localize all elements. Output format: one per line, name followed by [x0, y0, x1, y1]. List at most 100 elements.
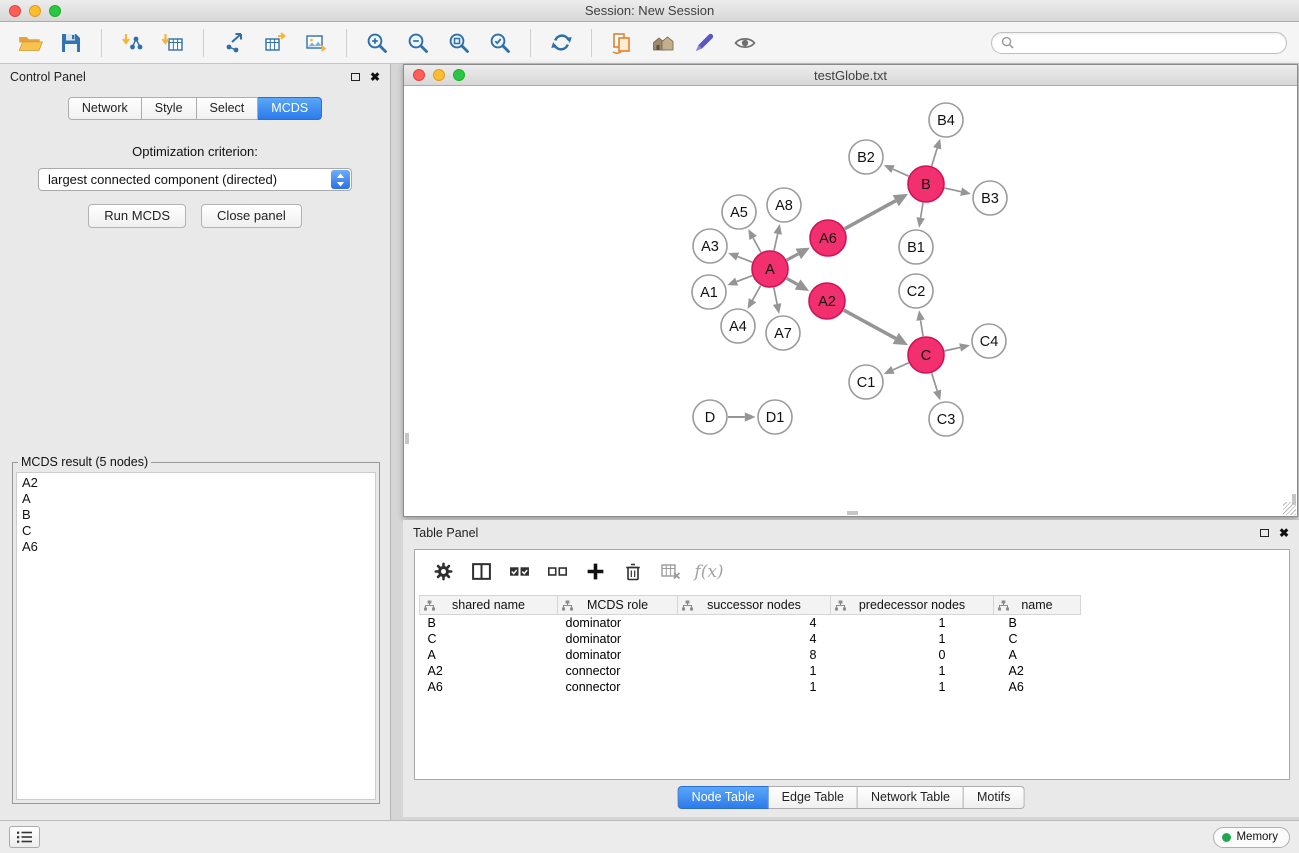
table-cell[interactable]: 1 [678, 663, 831, 679]
network-node-A2[interactable]: A2 [809, 283, 845, 319]
network-node-A3[interactable]: A3 [693, 229, 727, 263]
table-settings-button[interactable] [428, 557, 458, 587]
mcds-result-item[interactable]: C [22, 523, 370, 539]
network-edge-A-A8[interactable] [774, 224, 782, 250]
table-cell[interactable]: C [994, 631, 1081, 647]
network-node-A7[interactable]: A7 [766, 316, 800, 350]
zoom-network-window-button[interactable] [453, 69, 465, 81]
table-cell[interactable]: A2 [420, 663, 558, 679]
network-edge-A-A7[interactable] [773, 288, 781, 314]
horizontal-scroll-thumb[interactable] [847, 511, 858, 515]
table-tab-node-table[interactable]: Node Table [678, 786, 769, 809]
network-node-A5[interactable]: A5 [722, 195, 756, 229]
import-table-button[interactable] [155, 26, 191, 60]
import-network-button[interactable] [114, 26, 150, 60]
delete-button[interactable] [618, 557, 648, 587]
refresh-button[interactable] [543, 26, 579, 60]
network-edge-A-A4[interactable] [748, 286, 761, 309]
run-mcds-button[interactable]: Run MCDS [88, 204, 186, 228]
column-header-predecessor-nodes[interactable]: predecessor nodes [831, 596, 994, 615]
add-button[interactable] [580, 557, 610, 587]
eye-button[interactable] [727, 26, 763, 60]
network-edge-A2-C[interactable] [844, 310, 908, 345]
network-node-B2[interactable]: B2 [849, 140, 883, 174]
close-table-panel-icon[interactable]: ✖ [1279, 527, 1289, 539]
network-node-C[interactable]: C [908, 337, 944, 373]
save-session-button[interactable] [53, 26, 89, 60]
search-input[interactable] [1019, 36, 1277, 50]
network-edge-A6-B[interactable] [845, 194, 908, 229]
network-edge-C-C4[interactable] [945, 343, 970, 351]
network-node-C2[interactable]: C2 [899, 274, 933, 308]
table-cell[interactable]: A [994, 647, 1081, 663]
export-image-button[interactable] [298, 26, 334, 60]
network-node-A6[interactable]: A6 [810, 220, 846, 256]
table-row[interactable]: Cdominator41C [420, 631, 1286, 647]
mcds-result-item[interactable]: A6 [22, 539, 370, 555]
table-cell[interactable]: connector [558, 679, 678, 695]
network-node-B[interactable]: B [908, 166, 944, 202]
table-cell[interactable]: 1 [831, 663, 994, 679]
network-edge-B-B4[interactable] [932, 139, 942, 166]
network-edge-D-D1[interactable] [728, 412, 756, 421]
network-node-A8[interactable]: A8 [767, 188, 801, 222]
select-all-button[interactable] [504, 557, 534, 587]
deselect-all-button[interactable] [542, 557, 572, 587]
column-header-MCDS-role[interactable]: MCDS role [558, 596, 678, 615]
close-network-window-button[interactable] [413, 69, 425, 81]
zoom-fit-button[interactable] [441, 26, 477, 60]
mcds-result-item[interactable]: A2 [22, 475, 370, 491]
column-header-shared-name[interactable]: shared name [420, 596, 558, 615]
network-node-B3[interactable]: B3 [973, 181, 1007, 215]
export-table-button[interactable] [257, 26, 293, 60]
table-row[interactable]: Adominator80A [420, 647, 1286, 663]
zoom-selected-button[interactable] [482, 26, 518, 60]
network-svg[interactable]: B4B2BB3A5A8A6A3B1AA1C2A2A4A7CC4C1C3DD1 [404, 86, 1297, 516]
network-edge-A-A1[interactable] [727, 276, 752, 286]
table-cell[interactable]: A [420, 647, 558, 663]
table-cell[interactable]: 0 [831, 647, 994, 663]
zoom-window-button[interactable] [49, 5, 61, 17]
table-cell[interactable]: 8 [678, 647, 831, 663]
network-edge-C-C3[interactable] [932, 373, 942, 400]
network-node-D1[interactable]: D1 [758, 400, 792, 434]
search-box[interactable] [991, 32, 1287, 54]
table-cell[interactable]: dominator [558, 631, 678, 647]
table-tab-motifs[interactable]: Motifs [964, 786, 1024, 809]
network-edge-A-A3[interactable] [728, 253, 752, 263]
table-cell[interactable]: dominator [558, 647, 678, 663]
task-history-button[interactable] [9, 826, 40, 848]
close-panel-icon[interactable]: ✖ [370, 71, 380, 83]
control-tab-select[interactable]: Select [197, 97, 259, 120]
table-cell[interactable]: A6 [420, 679, 558, 695]
network-node-C4[interactable]: C4 [972, 324, 1006, 358]
network-canvas[interactable]: B4B2BB3A5A8A6A3B1AA1C2A2A4A7CC4C1C3DD1 [404, 86, 1297, 516]
paintbrush-button[interactable] [686, 26, 722, 60]
table-row[interactable]: A6connector11A6 [420, 679, 1286, 695]
document-copy-button[interactable] [604, 26, 640, 60]
table-cell[interactable]: 4 [678, 631, 831, 647]
table-cell[interactable]: 1 [678, 679, 831, 695]
zoom-in-button[interactable] [359, 26, 395, 60]
delete-table-button[interactable] [656, 557, 686, 587]
float-table-panel-icon[interactable] [1260, 529, 1269, 537]
table-cell[interactable]: dominator [558, 615, 678, 631]
network-node-B1[interactable]: B1 [899, 230, 933, 264]
mcds-result-item[interactable]: B [22, 507, 370, 523]
table-cell[interactable]: B [994, 615, 1081, 631]
network-node-A4[interactable]: A4 [721, 309, 755, 343]
column-header-name[interactable]: name [994, 596, 1081, 615]
network-node-C1[interactable]: C1 [849, 365, 883, 399]
network-node-A1[interactable]: A1 [692, 275, 726, 309]
table-cell[interactable]: A6 [994, 679, 1081, 695]
network-edge-A-A6[interactable] [787, 248, 810, 260]
mcds-result-item[interactable]: A [22, 491, 370, 507]
control-tab-network[interactable]: Network [68, 97, 142, 120]
zoom-out-button[interactable] [400, 26, 436, 60]
column-header-successor-nodes[interactable]: successor nodes [678, 596, 831, 615]
network-node-C3[interactable]: C3 [929, 402, 963, 436]
home-button[interactable] [645, 26, 681, 60]
network-node-B4[interactable]: B4 [929, 103, 963, 137]
close-mcds-panel-button[interactable]: Close panel [201, 204, 302, 228]
table-cell[interactable]: 1 [831, 631, 994, 647]
